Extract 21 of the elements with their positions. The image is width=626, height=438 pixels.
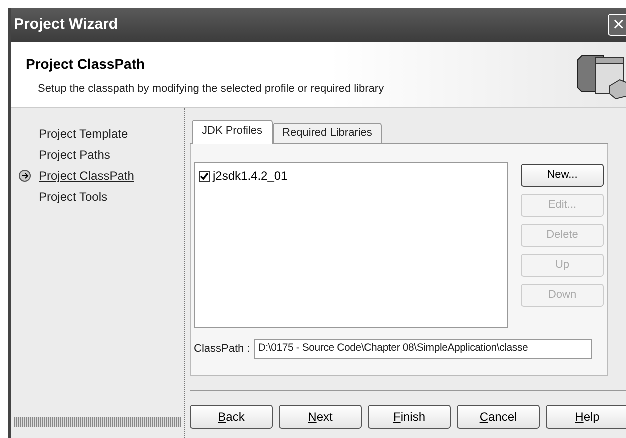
tab[interactable]: JDK Profiles (192, 120, 273, 144)
step-item[interactable]: Project Paths (39, 146, 110, 164)
wizard-button[interactable]: Help (546, 405, 626, 429)
step-item[interactable]: Project Template (39, 125, 128, 143)
arrow-icon (19, 170, 31, 182)
wizard-button[interactable]: Cancel (457, 405, 540, 429)
profile-label[interactable]: j2sdk1.4.2_01 (213, 167, 288, 185)
close-button[interactable]: × (608, 14, 626, 36)
page-title: Project ClassPath (26, 55, 146, 74)
classpath-field[interactable]: D:\0175 - Source Code\Chapter 08\SimpleApplication\classe (254, 339, 592, 359)
step-item[interactable]: Project Tools (39, 188, 108, 206)
classpath-label: ClassPath : (194, 342, 250, 357)
page-subtitle: Setup the classpath by modifying the selected profile or required library (37, 82, 384, 97)
wizard-button[interactable]: Next (279, 405, 362, 429)
action-button[interactable]: New... (521, 164, 604, 187)
checkbox[interactable] (199, 170, 210, 182)
window-title: Project Wizard (14, 14, 118, 35)
wizard-button[interactable]: Finish (368, 405, 451, 429)
wizard-button[interactable]: Back (190, 405, 273, 429)
tab[interactable]: Required Libraries (272, 123, 382, 143)
step-item[interactable]: Project ClassPath (39, 167, 134, 185)
